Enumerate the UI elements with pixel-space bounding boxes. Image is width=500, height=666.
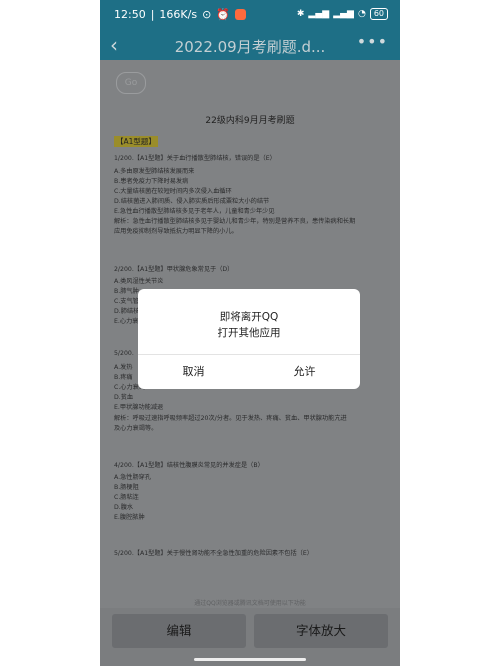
document-line: A.发热 bbox=[114, 364, 133, 371]
more-icon[interactable]: ••• bbox=[357, 32, 388, 51]
status-right: ✱ ▂▄▆ ▂▄▆ ◔ 60 bbox=[297, 8, 388, 20]
document-line: C.大量结核菌在较短时间内多次侵入血循环 bbox=[114, 188, 232, 195]
back-arrow-icon[interactable]: ‹ bbox=[110, 33, 118, 57]
signal-icon: ▂▄▆ bbox=[308, 9, 330, 19]
document-line: 解析：呼吸过速指呼吸频率超过20次/分者。见于发热、疼痛、贫血、甲状腺功能亢进 bbox=[114, 415, 347, 422]
document-line: C.肠粘连 bbox=[114, 494, 139, 501]
target-icon: ⊙ bbox=[202, 8, 212, 21]
dialog-message-line1: 即将离开QQ bbox=[219, 311, 279, 323]
edit-button[interactable]: 编辑 bbox=[112, 614, 246, 648]
document-line: 5/200.【A1型题】关于慢性肾功能不全急性加重的危险因素不包括（E） bbox=[114, 550, 313, 557]
document-line: D.肺结核 bbox=[114, 308, 140, 315]
document-line: E.急性血行播散型肺结核多见于老年人，儿童和青少年少见 bbox=[114, 208, 275, 215]
document-line: 2/200.【A1型题】甲状腺危象常见于（D） bbox=[114, 266, 234, 273]
document-line: B.肠梗阻 bbox=[114, 484, 139, 491]
document-line: 5/200. bbox=[114, 350, 134, 357]
document-line: B.疼痛 bbox=[114, 374, 133, 381]
page-title: 2022.09月考刷题.d... bbox=[174, 38, 326, 56]
status-time: 12:50 bbox=[114, 8, 146, 21]
phone-screen: 12:50 | 166K/s ⊙ ⏰ ✱ ▂▄▆ ▂▄▆ ◔ 60 ‹ 2022… bbox=[100, 0, 400, 666]
document-line: 1/200.【A1型题】关于血行播散型肺结核，错误的是（E） bbox=[114, 155, 276, 162]
status-separator: | bbox=[150, 8, 155, 21]
wifi-icon: ◔ bbox=[357, 9, 366, 19]
document-line: E.腹腔脓肿 bbox=[114, 514, 145, 521]
document-line: 应用免疫抑制剂导致抵抗力明显下降的小儿。 bbox=[114, 228, 238, 235]
document-line: 4/200.【A1型题】结核性腹膜炎常见的并发症是（B） bbox=[114, 462, 264, 469]
document-title: 22级内科9月月考刷题 bbox=[205, 116, 295, 126]
document-line: E.甲状腺功能减退 bbox=[114, 404, 164, 411]
document-line: A.多由原发型肺结核发展而来 bbox=[114, 168, 195, 175]
signal-icon-2: ▂▄▆ bbox=[333, 9, 354, 19]
cancel-button[interactable]: 取消 bbox=[138, 355, 249, 389]
document-line: A.类风湿性关节炎 bbox=[114, 278, 164, 285]
document-line: 及心力衰竭等。 bbox=[114, 425, 158, 432]
battery-icon: 60 bbox=[369, 8, 388, 20]
document-line: B.肺气肿 bbox=[114, 288, 139, 295]
document-line: E.心力衰 bbox=[114, 318, 139, 325]
home-indicator[interactable] bbox=[194, 658, 306, 661]
document-line: B.患者免疫力下降时易发病 bbox=[114, 178, 189, 185]
network-speed: 166K/s bbox=[159, 8, 198, 21]
bottom-action-bar: 编辑 字体放大 bbox=[100, 608, 400, 654]
document-line: C.支气管 bbox=[114, 298, 139, 305]
dialog-message-line2: 打开其他应用 bbox=[217, 327, 281, 339]
document-line: D.腹水 bbox=[114, 504, 134, 511]
leave-app-dialog: 即将离开QQ 打开其他应用 取消 允许 bbox=[138, 289, 360, 389]
bottom-hint: 通过QQ浏览器或腾讯文档可使用以下功能 bbox=[194, 600, 306, 607]
document-line: 解析：急性血行播散型肺结核多见于婴幼儿和青少年，特别是营养不良，患传染病和长期 bbox=[114, 218, 356, 225]
status-bar: 12:50 | 166K/s ⊙ ⏰ ✱ ▂▄▆ ▂▄▆ ◔ 60 bbox=[100, 0, 400, 30]
document-line: D.结核菌进入肺间质、侵入肺实质后形成粟粒大小的结节 bbox=[114, 198, 270, 205]
font-enlarge-button[interactable]: 字体放大 bbox=[254, 614, 388, 648]
app-notification-icon bbox=[235, 9, 246, 20]
bluetooth-icon: ✱ bbox=[296, 9, 305, 19]
section-label: 【A1型题】 bbox=[114, 136, 158, 147]
title-bar: ‹ 2022.09月考刷题.d... ••• bbox=[100, 30, 400, 60]
document-line: A.急性肠穿孔 bbox=[114, 474, 152, 481]
watermark-logo: Go bbox=[116, 72, 146, 94]
allow-button[interactable]: 允许 bbox=[249, 355, 360, 389]
status-left: 12:50 | 166K/s ⊙ ⏰ bbox=[114, 8, 246, 21]
alarm-icon: ⏰ bbox=[216, 8, 230, 21]
document-line: D.贫血 bbox=[114, 394, 134, 401]
